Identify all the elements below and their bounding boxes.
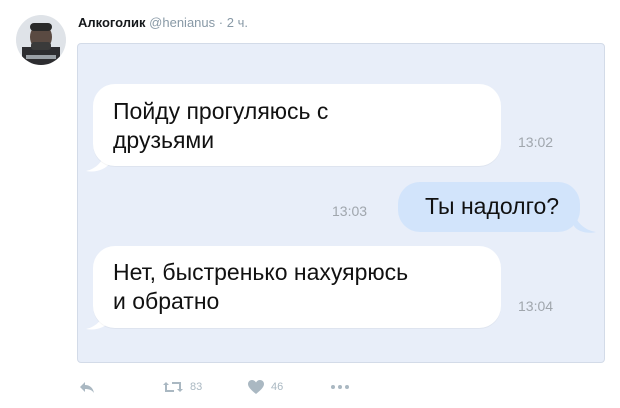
message-bubble-outgoing: Ты надолго? (398, 182, 580, 232)
message-text-line: Пойду прогуляюсь с (113, 98, 329, 124)
retweet-button[interactable]: 83 (162, 375, 202, 399)
message-text-line: друзьями (113, 127, 215, 153)
separator: · (218, 15, 224, 30)
message-bubble-incoming: Пойду прогуляюсь с друзьями (93, 84, 501, 166)
retweet-count: 83 (190, 381, 203, 393)
avatar-image (16, 15, 66, 65)
message-text-line: Ты надолго? (425, 193, 560, 219)
message-text-line: Нет, быстренько нахуярюсь (113, 259, 409, 285)
avatar[interactable] (16, 15, 66, 65)
more-button[interactable] (330, 375, 350, 399)
reply-button[interactable] (78, 375, 96, 399)
message-time: 13:03 (332, 203, 368, 219)
heart-icon (248, 380, 264, 394)
author-name[interactable]: Алкоголик (78, 15, 146, 30)
like-button[interactable]: 46 (247, 375, 283, 399)
message-time: 13:04 (518, 298, 554, 314)
retweet-icon (163, 382, 183, 392)
more-icon (331, 385, 349, 389)
tweet-time[interactable]: 2 ч. (227, 15, 248, 30)
reply-icon (80, 382, 94, 393)
tweet-actions: 83 46 (0, 375, 620, 399)
message-time: 13:02 (518, 134, 554, 150)
message-bubble-incoming: Нет, быстренько нахуярюсь и обратно (93, 246, 501, 328)
message-text-line: и обратно (113, 288, 220, 314)
tweet-header: Алкоголик @henianus · 2 ч. (78, 15, 248, 31)
like-count: 46 (271, 381, 284, 393)
author-handle[interactable]: @henianus (149, 15, 215, 30)
tweet-photo[interactable]: Пойду прогуляюсь с друзьями 13:02 13:03 … (77, 43, 605, 363)
bubble-tail (574, 212, 596, 233)
